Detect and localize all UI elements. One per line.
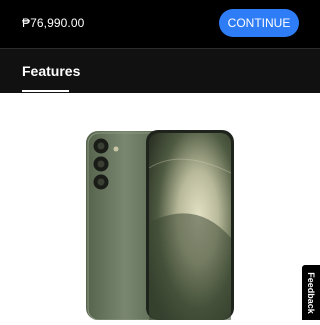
tab-bar: Features	[0, 49, 320, 93]
feedback-label: Feedback	[306, 271, 316, 314]
product-image	[86, 128, 236, 321]
tab-active-indicator	[22, 90, 69, 92]
continue-button[interactable]: CONTINUE	[219, 9, 299, 37]
checkout-bar: ₱76,990.00 CONTINUE	[0, 0, 320, 48]
phone-product-image	[86, 130, 234, 321]
feedback-button[interactable]: Feedback	[302, 265, 320, 320]
price-label: ₱76,990.00	[22, 16, 85, 30]
tab-features[interactable]: Features	[22, 63, 80, 79]
